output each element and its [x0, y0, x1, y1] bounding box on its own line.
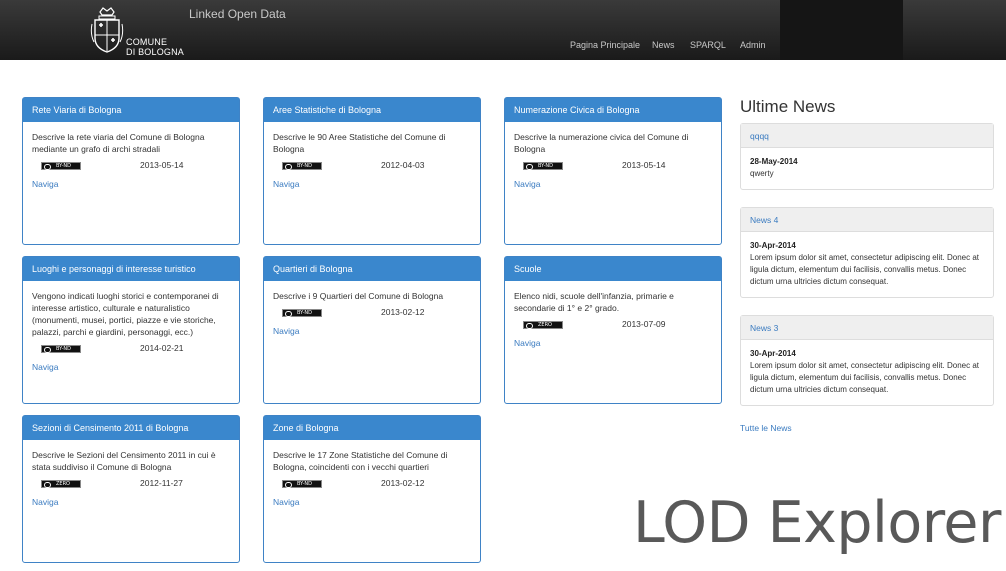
naviga-link[interactable]: Naviga	[505, 174, 721, 189]
dataset-card: Luoghi e personaggi di interesse turisti…	[22, 256, 240, 404]
naviga-link[interactable]: Naviga	[264, 492, 480, 507]
card-meta: BY-ND 2013-05-14	[505, 160, 721, 174]
card-date: 2013-05-14	[140, 160, 184, 170]
card-meta: ZERO 2013-07-09	[505, 319, 721, 333]
card-title[interactable]: Aree Statistiche di Bologna	[264, 98, 480, 122]
card-description: Elenco nidi, scuole dell'infanzia, prima…	[514, 291, 674, 313]
nav-home-link[interactable]: Pagina Principale	[570, 40, 640, 50]
nav-admin-link[interactable]: Admin	[740, 40, 766, 50]
naviga-link[interactable]: Naviga	[23, 357, 239, 372]
card-description: Descrive i 9 Quartieri del Comune di Bol…	[273, 291, 444, 301]
card-date: 2012-04-03	[381, 160, 425, 170]
logo-text: COMUNE DI BOLOGNA	[126, 37, 184, 57]
news-item-text: Lorem ipsum dolor sit amet, consectetur …	[750, 253, 979, 286]
news-item: qqqq 28-May-2014 qwerty	[740, 123, 994, 190]
card-description: Vengono indicati luoghi storici e contem…	[32, 291, 219, 337]
logo-line-1: COMUNE	[126, 37, 168, 47]
comune-logo[interactable]: COMUNE DI BOLOGNA	[88, 4, 188, 57]
naviga-link[interactable]: Naviga	[264, 174, 480, 189]
naviga-link[interactable]: Naviga	[23, 492, 239, 507]
news-item: News 4 30-Apr-2014 Lorem ipsum dolor sit…	[740, 207, 994, 298]
crest-icon	[90, 7, 124, 53]
news-item-body: 30-Apr-2014 Lorem ipsum dolor sit amet, …	[741, 232, 993, 297]
license-badge[interactable]: BY-ND	[282, 309, 322, 317]
card-date: 2014-02-21	[140, 343, 184, 353]
card-description: Descrive le Sezioni del Censimento 2011 …	[32, 450, 216, 472]
naviga-link[interactable]: Naviga	[264, 321, 480, 336]
dataset-card: Numerazione Civica di Bologna Descrive l…	[504, 97, 722, 245]
license-badge[interactable]: ZERO	[41, 480, 81, 488]
card-description: Descrive la numerazione civica del Comun…	[514, 132, 689, 154]
news-item-title[interactable]: News 4	[741, 208, 993, 232]
card-meta: ZERO 2012-11-27	[23, 478, 239, 492]
dataset-card: Quartieri di Bologna Descrive i 9 Quarti…	[263, 256, 481, 404]
card-date: 2012-11-27	[140, 478, 183, 488]
card-meta: BY-ND 2013-05-14	[23, 160, 239, 174]
card-title[interactable]: Scuole	[505, 257, 721, 281]
site-title: Linked Open Data	[189, 7, 286, 21]
naviga-link[interactable]: Naviga	[505, 333, 721, 348]
license-badge[interactable]: BY-ND	[282, 162, 322, 170]
logo-line-2: DI BOLOGNA	[126, 47, 185, 57]
news-item-body: 28-May-2014 qwerty	[741, 148, 993, 189]
top-navbar: COMUNE DI BOLOGNA Linked Open Data Pagin…	[0, 0, 1006, 60]
card-title[interactable]: Zone di Bologna	[264, 416, 480, 440]
news-item-title[interactable]: qqqq	[741, 124, 993, 148]
card-title[interactable]: Luoghi e personaggi di interesse turisti…	[23, 257, 239, 281]
dataset-card: Sezioni di Censimento 2011 di Bologna De…	[22, 415, 240, 563]
dataset-card: Aree Statistiche di Bologna Descrive le …	[263, 97, 481, 245]
news-item-date: 30-Apr-2014	[750, 241, 796, 250]
news-item-title[interactable]: News 3	[741, 316, 993, 340]
nav-news-link[interactable]: News	[652, 40, 675, 50]
card-date: 2013-02-12	[381, 478, 425, 488]
dataset-card: Scuole Elenco nidi, scuole dell'infanzia…	[504, 256, 722, 404]
card-title[interactable]: Rete Viaria di Bologna	[23, 98, 239, 122]
news-item-body: 30-Apr-2014 Lorem ipsum dolor sit amet, …	[741, 340, 993, 405]
card-description: Descrive la rete viaria del Comune di Bo…	[32, 132, 205, 154]
card-date: 2013-05-14	[622, 160, 666, 170]
card-meta: BY-ND 2012-04-03	[264, 160, 480, 174]
news-item-date: 30-Apr-2014	[750, 349, 796, 358]
news-item-text: qwerty	[750, 169, 774, 178]
card-meta: BY-ND 2014-02-21	[23, 343, 239, 357]
news-heading: Ultime News	[740, 97, 836, 116]
all-news-link[interactable]: Tutte le News	[740, 423, 792, 433]
license-badge[interactable]: BY-ND	[41, 162, 81, 170]
dataset-card: Zone di Bologna Descrive le 17 Zone Stat…	[263, 415, 481, 563]
card-meta: BY-ND 2013-02-12	[264, 307, 480, 321]
card-title[interactable]: Numerazione Civica di Bologna	[505, 98, 721, 122]
news-item: News 3 30-Apr-2014 Lorem ipsum dolor sit…	[740, 315, 994, 406]
card-meta: BY-ND 2013-02-12	[264, 478, 480, 492]
card-title[interactable]: Quartieri di Bologna	[264, 257, 480, 281]
license-badge[interactable]: BY-ND	[523, 162, 563, 170]
news-item-date: 28-May-2014	[750, 157, 798, 166]
card-description: Descrive le 90 Aree Statistiche del Comu…	[273, 132, 446, 154]
card-title[interactable]: Sezioni di Censimento 2011 di Bologna	[23, 416, 239, 440]
navbar-dark-block	[780, 0, 903, 60]
nav-sparql-link[interactable]: SPARQL	[690, 40, 726, 50]
license-badge[interactable]: ZERO	[523, 321, 563, 329]
lod-explorer-watermark: LOD Explorer	[633, 490, 1001, 556]
news-item-text: Lorem ipsum dolor sit amet, consectetur …	[750, 361, 979, 394]
license-badge[interactable]: BY-ND	[41, 345, 81, 353]
card-date: 2013-07-09	[622, 319, 666, 329]
license-badge[interactable]: BY-ND	[282, 480, 322, 488]
card-date: 2013-02-12	[381, 307, 425, 317]
card-description: Descrive le 17 Zone Statistiche del Comu…	[273, 450, 448, 472]
naviga-link[interactable]: Naviga	[23, 174, 239, 189]
dataset-card: Rete Viaria di Bologna Descrive la rete …	[22, 97, 240, 245]
